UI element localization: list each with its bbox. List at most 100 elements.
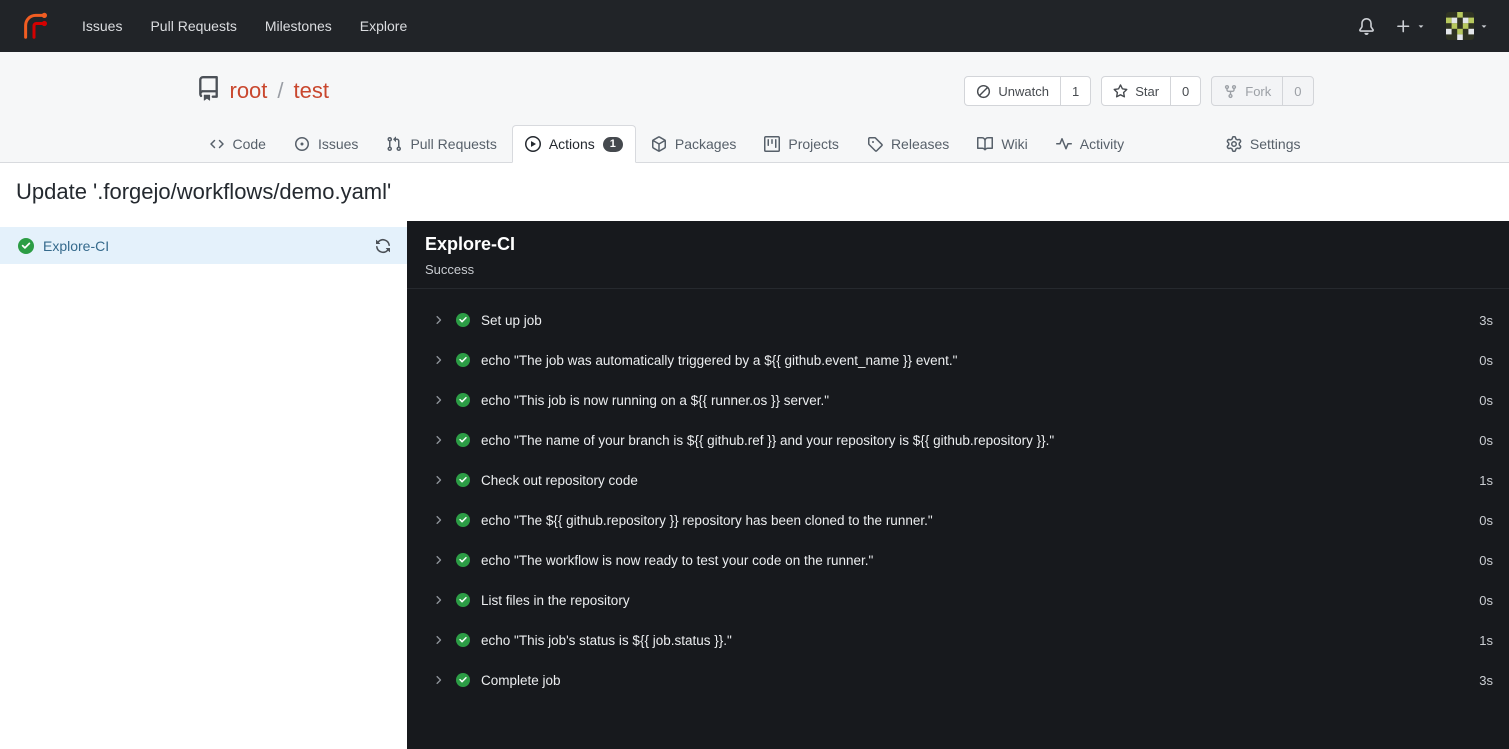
chevron-down-icon bbox=[1479, 21, 1489, 31]
nav-pull-requests[interactable]: Pull Requests bbox=[136, 9, 250, 43]
step-row[interactable]: List files in the repository 0s bbox=[407, 580, 1509, 620]
step-row[interactable]: echo "The job was automatically triggere… bbox=[407, 340, 1509, 380]
success-check-icon bbox=[18, 238, 34, 254]
success-check-icon bbox=[456, 553, 470, 567]
book-icon bbox=[977, 136, 993, 152]
play-circle-icon bbox=[525, 136, 541, 152]
tab-packages[interactable]: Packages bbox=[638, 125, 749, 162]
fork-icon bbox=[1223, 84, 1238, 99]
tag-icon bbox=[867, 136, 883, 152]
tab-releases[interactable]: Releases bbox=[854, 125, 962, 162]
fork-label: Fork bbox=[1245, 83, 1272, 99]
repo-icon bbox=[196, 76, 221, 106]
job-name: Explore-CI bbox=[43, 237, 110, 254]
stars-count[interactable]: 0 bbox=[1170, 77, 1200, 105]
success-check-icon bbox=[456, 633, 470, 647]
tab-pull-requests[interactable]: Pull Requests bbox=[373, 125, 509, 162]
tab-activity[interactable]: Activity bbox=[1043, 125, 1137, 162]
step-duration: 1s bbox=[1479, 472, 1493, 488]
step-duration: 0s bbox=[1479, 392, 1493, 408]
step-duration: 0s bbox=[1479, 352, 1493, 368]
package-icon bbox=[651, 136, 667, 152]
chevron-right-icon bbox=[433, 674, 445, 686]
tab-settings[interactable]: Settings bbox=[1213, 125, 1314, 162]
success-check-icon bbox=[456, 673, 470, 687]
forgejo-logo[interactable] bbox=[20, 11, 50, 41]
step-row[interactable]: Check out repository code 1s bbox=[407, 460, 1509, 500]
fork-button-group: Fork 0 bbox=[1211, 76, 1314, 106]
star-icon bbox=[1113, 84, 1128, 99]
nav-milestones[interactable]: Milestones bbox=[251, 9, 346, 43]
tab-issues[interactable]: Issues bbox=[281, 125, 371, 162]
forks-count[interactable]: 0 bbox=[1282, 77, 1312, 105]
user-menu[interactable] bbox=[1446, 12, 1489, 40]
step-duration: 0s bbox=[1479, 432, 1493, 448]
notifications-button[interactable] bbox=[1358, 18, 1375, 35]
repo-title-row: root / test Unwatch 1 Star 0 Fork 0 bbox=[196, 52, 1314, 108]
step-duration: 3s bbox=[1479, 312, 1493, 328]
step-duration: 0s bbox=[1479, 552, 1493, 568]
chevron-right-icon bbox=[433, 514, 445, 526]
pull-request-icon bbox=[386, 136, 402, 152]
repo-name-link[interactable]: test bbox=[294, 78, 329, 104]
plus-icon bbox=[1395, 18, 1412, 35]
tab-actions[interactable]: Actions 1 bbox=[511, 125, 636, 163]
run-page: Update '.forgejo/workflows/demo.yaml' Ex… bbox=[0, 163, 1509, 749]
star-button[interactable]: Star bbox=[1102, 77, 1170, 105]
forgejo-app: Issues Pull Requests Milestones Explore … bbox=[0, 0, 1509, 749]
success-check-icon bbox=[456, 433, 470, 447]
chevron-right-icon bbox=[433, 554, 445, 566]
job-item-explore-ci[interactable]: Explore-CI bbox=[0, 227, 407, 264]
issue-icon bbox=[294, 136, 310, 152]
step-row[interactable]: echo "This job's status is ${{ job.statu… bbox=[407, 620, 1509, 660]
star-label: Star bbox=[1135, 83, 1160, 99]
step-row[interactable]: echo "This job is now running on a ${{ r… bbox=[407, 380, 1509, 420]
step-duration: 1s bbox=[1479, 632, 1493, 648]
sync-icon bbox=[375, 238, 391, 254]
chevron-right-icon bbox=[433, 634, 445, 646]
top-navbar: Issues Pull Requests Milestones Explore bbox=[0, 0, 1509, 52]
chevron-right-icon bbox=[433, 394, 445, 406]
step-row[interactable]: echo "The ${{ github.repository }} repos… bbox=[407, 500, 1509, 540]
step-duration: 0s bbox=[1479, 512, 1493, 528]
nav-issues[interactable]: Issues bbox=[68, 9, 136, 43]
success-check-icon bbox=[456, 353, 470, 367]
repo-action-buttons: Unwatch 1 Star 0 Fork 0 bbox=[964, 76, 1314, 106]
success-check-icon bbox=[456, 313, 470, 327]
step-duration: 0s bbox=[1479, 592, 1493, 608]
fork-button[interactable]: Fork bbox=[1212, 77, 1282, 105]
chevron-right-icon bbox=[433, 314, 445, 326]
step-row[interactable]: Set up job 3s bbox=[407, 300, 1509, 340]
step-row[interactable]: echo "The workflow is now ready to test … bbox=[407, 540, 1509, 580]
step-row[interactable]: echo "The name of your branch is ${{ git… bbox=[407, 420, 1509, 460]
log-job-name: Explore-CI bbox=[425, 234, 516, 254]
success-check-icon bbox=[456, 513, 470, 527]
avatar bbox=[1446, 12, 1474, 40]
create-new-menu[interactable] bbox=[1395, 18, 1426, 35]
repo-tab-bar: Code Issues Pull Requests Actions 1 Pack… bbox=[196, 125, 1314, 163]
project-icon bbox=[764, 136, 780, 152]
step-row[interactable]: Complete job 3s bbox=[407, 660, 1509, 700]
jobs-sidebar: Explore-CI bbox=[0, 221, 407, 749]
success-check-icon bbox=[456, 393, 470, 407]
unwatch-label: Unwatch bbox=[998, 83, 1049, 99]
rerun-job-button[interactable] bbox=[375, 238, 391, 254]
navbar-right bbox=[1358, 12, 1489, 40]
tab-code[interactable]: Code bbox=[196, 125, 279, 162]
tab-projects[interactable]: Projects bbox=[751, 125, 852, 162]
steps-list: Set up job 3s echo "The job was automati… bbox=[407, 289, 1509, 749]
repo-owner-link[interactable]: root bbox=[230, 78, 268, 104]
unwatch-button[interactable]: Unwatch bbox=[965, 77, 1060, 105]
repo-separator: / bbox=[277, 78, 284, 103]
tab-wiki[interactable]: Wiki bbox=[964, 125, 1040, 162]
watchers-count[interactable]: 1 bbox=[1059, 77, 1090, 105]
page-title: Update '.forgejo/workflows/demo.yaml' bbox=[16, 179, 392, 204]
success-check-icon bbox=[456, 473, 470, 487]
unwatch-icon bbox=[976, 84, 991, 99]
chevron-down-icon bbox=[1416, 21, 1426, 31]
log-panel: Explore-CI Success Set up job 3s echo "T… bbox=[407, 221, 1509, 749]
bell-icon bbox=[1358, 18, 1375, 35]
repo-header: root / test Unwatch 1 Star 0 Fork 0 Code… bbox=[0, 52, 1509, 163]
nav-explore[interactable]: Explore bbox=[346, 9, 421, 43]
log-header: Explore-CI Success bbox=[407, 221, 1509, 289]
